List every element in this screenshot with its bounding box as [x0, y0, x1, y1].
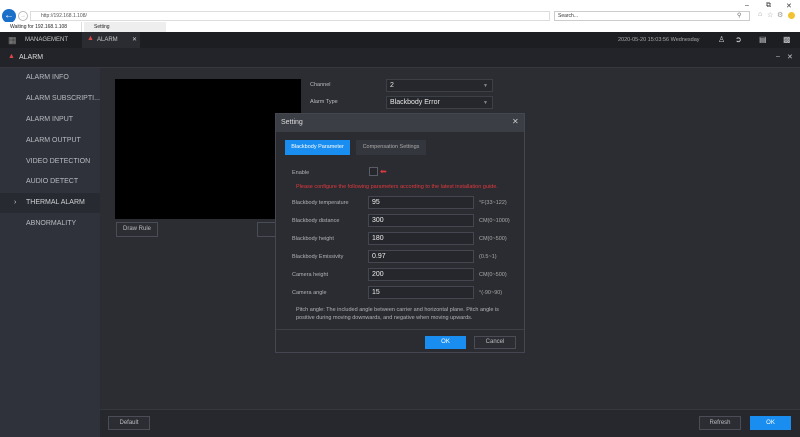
tab-blackbody-parameter[interactable]: Blackbody Parameter — [285, 140, 350, 155]
field-label: Blackbody Emissivity — [292, 254, 344, 260]
favorites-icon[interactable]: ☆ — [767, 11, 773, 19]
blackbody-temperature-input[interactable]: 95 — [368, 196, 474, 209]
field-label: Camera height — [292, 272, 329, 278]
browser-chrome: ← → http://192.168.1.108/ Search... ⚲ ⌂ … — [0, 0, 800, 32]
close-tab-icon[interactable]: ✕ — [132, 36, 137, 43]
dialog-cancel-button[interactable]: Cancel — [474, 336, 516, 349]
home-icon[interactable]: ⌂ — [758, 11, 762, 18]
tab-compensation-settings[interactable]: Compensation Settings — [356, 140, 426, 155]
datetime: 2020-05-20 15:03:56 Wednesday — [618, 37, 700, 43]
forward-button[interactable]: → — [18, 11, 28, 21]
enable-label: Enable — [292, 170, 310, 176]
alarm-type-label: Alarm Type — [310, 99, 338, 105]
refresh-button[interactable]: Refresh — [699, 416, 741, 430]
minimize-panel-icon[interactable]: – — [776, 53, 780, 60]
blackbody-distance-input[interactable]: 300 — [368, 214, 474, 227]
grid-icon[interactable]: ▦ — [8, 35, 17, 46]
app-top-bar: ▦ MANAGEMENT ▲ ALARM ✕ 2020-05-20 15:03:… — [0, 32, 800, 48]
sidebar-item-thermal-alarm[interactable]: › THERMAL ALARM — [0, 193, 100, 213]
tab-alarm-label: ALARM — [97, 37, 118, 43]
section-header: ▲ ALARM – ✕ — [0, 48, 800, 68]
address-bar[interactable]: http://192.168.1.108/ — [30, 11, 550, 21]
ok-button[interactable]: OK — [750, 416, 791, 430]
field-label: Blackbody temperature — [292, 200, 349, 206]
enable-checkbox[interactable] — [369, 167, 378, 176]
field-range: °(-90~90) — [479, 290, 503, 296]
smiley-icon[interactable] — [788, 12, 795, 19]
tab-management[interactable]: MANAGEMENT — [25, 32, 68, 48]
sidebar-item-alarm-output[interactable]: ALARM OUTPUT — [0, 131, 100, 151]
search-input[interactable]: Search... — [554, 11, 750, 21]
camera-angle-input[interactable]: 15 — [368, 286, 474, 299]
field-range: CM(0~1000) — [479, 218, 510, 224]
settings-icon[interactable]: ⚙ — [777, 11, 783, 19]
dialog-title: Setting — [276, 114, 524, 132]
video-preview — [115, 79, 301, 219]
logout-icon[interactable]: ➲ — [735, 35, 742, 44]
browser-tab[interactable]: Waiting for 192.168.1.108 — [0, 22, 82, 32]
sidebar: ALARM INFO ALARM SUBSCRIPTI... ALARM INP… — [0, 68, 100, 437]
sidebar-item-alarm-subscription[interactable]: ALARM SUBSCRIPTI... — [0, 89, 100, 109]
field-range: CM(0~500) — [479, 236, 507, 242]
sidebar-item-label: THERMAL ALARM — [26, 199, 85, 206]
chevron-down-icon: ▼ — [483, 83, 488, 89]
pitch-angle-note: Pitch angle: The included angle between … — [296, 307, 499, 321]
alarm-type-value: Blackbody Error — [390, 99, 440, 106]
divider — [276, 329, 524, 330]
layout-icon[interactable]: ▤ — [759, 35, 767, 44]
dialog-ok-button[interactable]: OK — [425, 336, 466, 349]
field-range: (0.5~1) — [479, 254, 497, 260]
default-button[interactable]: Default — [108, 416, 150, 430]
restore-icon[interactable]: ⧉ — [766, 2, 771, 10]
sidebar-item-audio-detect[interactable]: AUDIO DETECT — [0, 172, 100, 192]
field-label: Blackbody distance — [292, 218, 340, 224]
chevron-down-icon: ▼ — [483, 100, 488, 106]
search-icon[interactable]: ⚲ — [737, 12, 741, 19]
channel-label: Channel — [310, 82, 331, 88]
field-label: Blackbody height — [292, 236, 334, 242]
channel-value: 2 — [390, 82, 394, 89]
alarm-type-select[interactable]: Blackbody Error ▼ — [386, 96, 493, 109]
draw-rule-button[interactable]: Draw Rule — [116, 222, 158, 237]
setting-dialog: Setting ✕ Blackbody Parameter Compensati… — [275, 113, 525, 353]
sidebar-item-abnormality[interactable]: ABNORMALITY — [0, 214, 100, 234]
channel-select[interactable]: 2 ▼ — [386, 79, 493, 92]
back-button[interactable]: ← — [2, 9, 16, 23]
alarm-icon: ▲ — [8, 53, 15, 60]
field-range: °F(33~122) — [479, 200, 507, 206]
close-window-icon[interactable]: ✕ — [786, 2, 792, 10]
field-label: Camera angle — [292, 290, 327, 296]
field-range: CM(0~500) — [479, 272, 507, 278]
minimize-icon[interactable]: – — [745, 2, 749, 9]
user-icon[interactable]: ♙ — [718, 35, 725, 44]
close-icon[interactable]: ✕ — [512, 117, 519, 126]
sidebar-item-alarm-input[interactable]: ALARM INPUT — [0, 110, 100, 130]
tab-alarm[interactable]: ▲ ALARM ✕ — [82, 32, 140, 48]
page-title: ALARM — [19, 54, 44, 61]
screen-icon[interactable]: ▩ — [783, 35, 791, 44]
footer-bar: Default Refresh OK — [100, 409, 800, 437]
arrow-annotation-icon: ⬅ — [380, 167, 387, 176]
blackbody-emissivity-input[interactable]: 0.97 — [368, 250, 474, 263]
camera-height-input[interactable]: 200 — [368, 268, 474, 281]
warning-text: Please configure the following parameter… — [296, 184, 498, 190]
clear-button[interactable] — [257, 222, 277, 237]
close-panel-icon[interactable]: ✕ — [787, 53, 793, 61]
blackbody-height-input[interactable]: 180 — [368, 232, 474, 245]
chevron-right-icon: › — [14, 199, 17, 206]
sidebar-item-alarm-info[interactable]: ALARM INFO — [0, 68, 100, 88]
sidebar-item-video-detection[interactable]: VIDEO DETECTION — [0, 152, 100, 172]
alarm-icon: ▲ — [87, 35, 94, 42]
browser-tab[interactable]: Setting — [84, 22, 166, 32]
